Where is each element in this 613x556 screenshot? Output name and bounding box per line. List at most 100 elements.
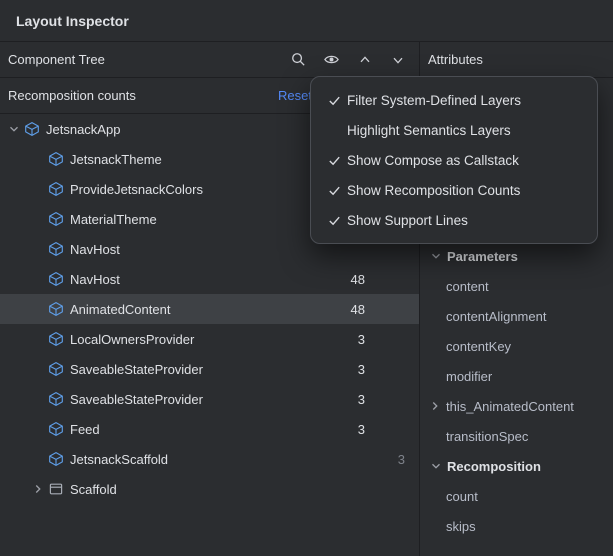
recomposition-count: 48 — [319, 272, 365, 287]
checkmark-placeholder — [321, 122, 347, 138]
tree-node-label: SaveableStateProvider — [70, 362, 319, 377]
chevron-right-icon[interactable] — [30, 481, 46, 497]
recomposition-count: 3 — [319, 362, 365, 377]
attr-item-contentKey[interactable]: contentKey — [420, 331, 613, 361]
tree-node-SaveableStateProvider[interactable]: SaveableStateProvider3 — [0, 354, 419, 384]
checkmark-icon — [321, 92, 347, 108]
expander-spacer — [30, 331, 46, 347]
tree-node-Scaffold[interactable]: Scaffold — [0, 474, 419, 504]
attr-section-label: Parameters — [447, 249, 518, 264]
attr-item-label: contentAlignment — [446, 309, 546, 324]
component-tree-title: Component Tree — [8, 52, 105, 67]
tree-node-label: NavHost — [70, 272, 319, 287]
menu-item-label: Show Support Lines — [347, 213, 468, 228]
component-tree-header: Component Tree — [0, 42, 420, 78]
menu-item-filter-system-defined-layers[interactable]: Filter System-Defined Layers — [311, 85, 597, 115]
attr-item-this_AnimatedContent[interactable]: this_AnimatedContent — [420, 391, 613, 421]
menu-item-highlight-semantics-layers[interactable]: Highlight Semantics Layers — [311, 115, 597, 145]
attr-item-modifier[interactable]: modifier — [420, 361, 613, 391]
menu-item-label: Highlight Semantics Layers — [347, 123, 511, 138]
chevron-right-icon[interactable] — [427, 398, 443, 414]
recomposition-count: 3 — [319, 392, 365, 407]
attributes-title: Attributes — [428, 52, 483, 67]
tree-node-label: Scaffold — [70, 482, 319, 497]
attr-section-Parameters[interactable]: Parameters — [420, 241, 613, 271]
skip-count: 3 — [365, 452, 419, 467]
expander-spacer — [30, 301, 46, 317]
expander-spacer — [30, 151, 46, 167]
recomposition-count: 48 — [319, 302, 365, 317]
attributes-list: Parameters content contentAlignment content… — [420, 241, 613, 541]
attr-section-label: Recomposition — [447, 459, 541, 474]
recomposition-counts-label: Recomposition counts — [8, 88, 136, 103]
attr-item-label: transitionSpec — [446, 429, 528, 444]
tree-node-label: ProvideJetsnackColors — [70, 182, 319, 197]
tree-node-label: JetsnackScaffold — [70, 452, 319, 467]
search-icon[interactable] — [289, 50, 308, 69]
tree-node-label: JetsnackTheme — [70, 152, 319, 167]
menu-item-label: Show Compose as Callstack — [347, 153, 519, 168]
expander-spacer — [30, 391, 46, 407]
tree-node-label: JetsnackApp — [46, 122, 319, 137]
menu-item-show-compose-as-callstack[interactable]: Show Compose as Callstack — [311, 145, 597, 175]
compose-node-icon — [48, 211, 64, 227]
page-title: Layout Inspector — [16, 13, 129, 29]
expander-spacer — [30, 241, 46, 257]
menu-item-label: Show Recomposition Counts — [347, 183, 520, 198]
compose-node-icon — [48, 241, 64, 257]
tree-node-NavHost[interactable]: NavHost48 — [0, 264, 419, 294]
compose-node-icon — [24, 121, 40, 137]
tree-node-Feed[interactable]: Feed3 — [0, 414, 419, 444]
attr-item-skips[interactable]: skips — [420, 511, 613, 541]
tree-node-label: MaterialTheme — [70, 212, 319, 227]
collapse-all-icon[interactable] — [388, 50, 407, 69]
recomposition-count: 3 — [319, 332, 365, 347]
compose-node-icon — [48, 271, 64, 287]
tree-node-JetsnackScaffold[interactable]: JetsnackScaffold 3 — [0, 444, 419, 474]
window-titlebar: Layout Inspector — [0, 0, 613, 42]
compose-node-icon — [48, 421, 64, 437]
chevron-down-icon[interactable] — [428, 248, 444, 264]
attr-item-label: this_AnimatedContent — [446, 399, 574, 414]
view-options-eye-icon[interactable] — [322, 50, 341, 69]
expand-all-icon[interactable] — [355, 50, 374, 69]
attr-item-label: content — [446, 279, 489, 294]
menu-item-show-recomposition-counts[interactable]: Show Recomposition Counts — [311, 175, 597, 205]
tree-node-LocalOwnersProvider[interactable]: LocalOwnersProvider3 — [0, 324, 419, 354]
expander-spacer — [30, 451, 46, 467]
attr-item-transitionSpec[interactable]: transitionSpec — [420, 421, 613, 451]
expander-spacer — [30, 361, 46, 377]
view-options-menu: Filter System-Defined Layers Highlight Se… — [310, 76, 598, 244]
reset-counts-link[interactable]: Reset — [278, 88, 312, 103]
menu-item-label: Filter System-Defined Layers — [347, 93, 521, 108]
tree-node-label: NavHost — [70, 242, 319, 257]
attr-item-label: count — [446, 489, 478, 504]
attr-item-label: modifier — [446, 369, 492, 384]
expander-spacer — [30, 421, 46, 437]
attr-section-Recomposition[interactable]: Recomposition — [420, 451, 613, 481]
tree-node-AnimatedContent[interactable]: AnimatedContent48 — [0, 294, 419, 324]
tree-node-label: AnimatedContent — [70, 302, 319, 317]
compose-node-icon — [48, 391, 64, 407]
tree-node-label: LocalOwnersProvider — [70, 332, 319, 347]
layout-inspector-window: Layout Inspector Component Tree Attribut… — [0, 0, 613, 556]
checkmark-icon — [321, 182, 347, 198]
tree-node-SaveableStateProvider[interactable]: SaveableStateProvider3 — [0, 384, 419, 414]
tree-node-label: SaveableStateProvider — [70, 392, 319, 407]
attr-item-content[interactable]: content — [420, 271, 613, 301]
view-node-icon — [48, 481, 64, 497]
checkmark-icon — [321, 212, 347, 228]
expander-spacer — [30, 211, 46, 227]
attr-item-count[interactable]: count — [420, 481, 613, 511]
attr-item-contentAlignment[interactable]: contentAlignment — [420, 301, 613, 331]
expander-spacer — [30, 271, 46, 287]
compose-node-icon — [48, 301, 64, 317]
chevron-down-icon[interactable] — [6, 121, 22, 137]
compose-node-icon — [48, 451, 64, 467]
compose-node-icon — [48, 361, 64, 377]
component-tree-toolbar — [289, 50, 419, 69]
compose-node-icon — [48, 181, 64, 197]
menu-item-show-support-lines[interactable]: Show Support Lines — [311, 205, 597, 235]
chevron-down-icon[interactable] — [428, 458, 444, 474]
attr-item-label: skips — [446, 519, 476, 534]
